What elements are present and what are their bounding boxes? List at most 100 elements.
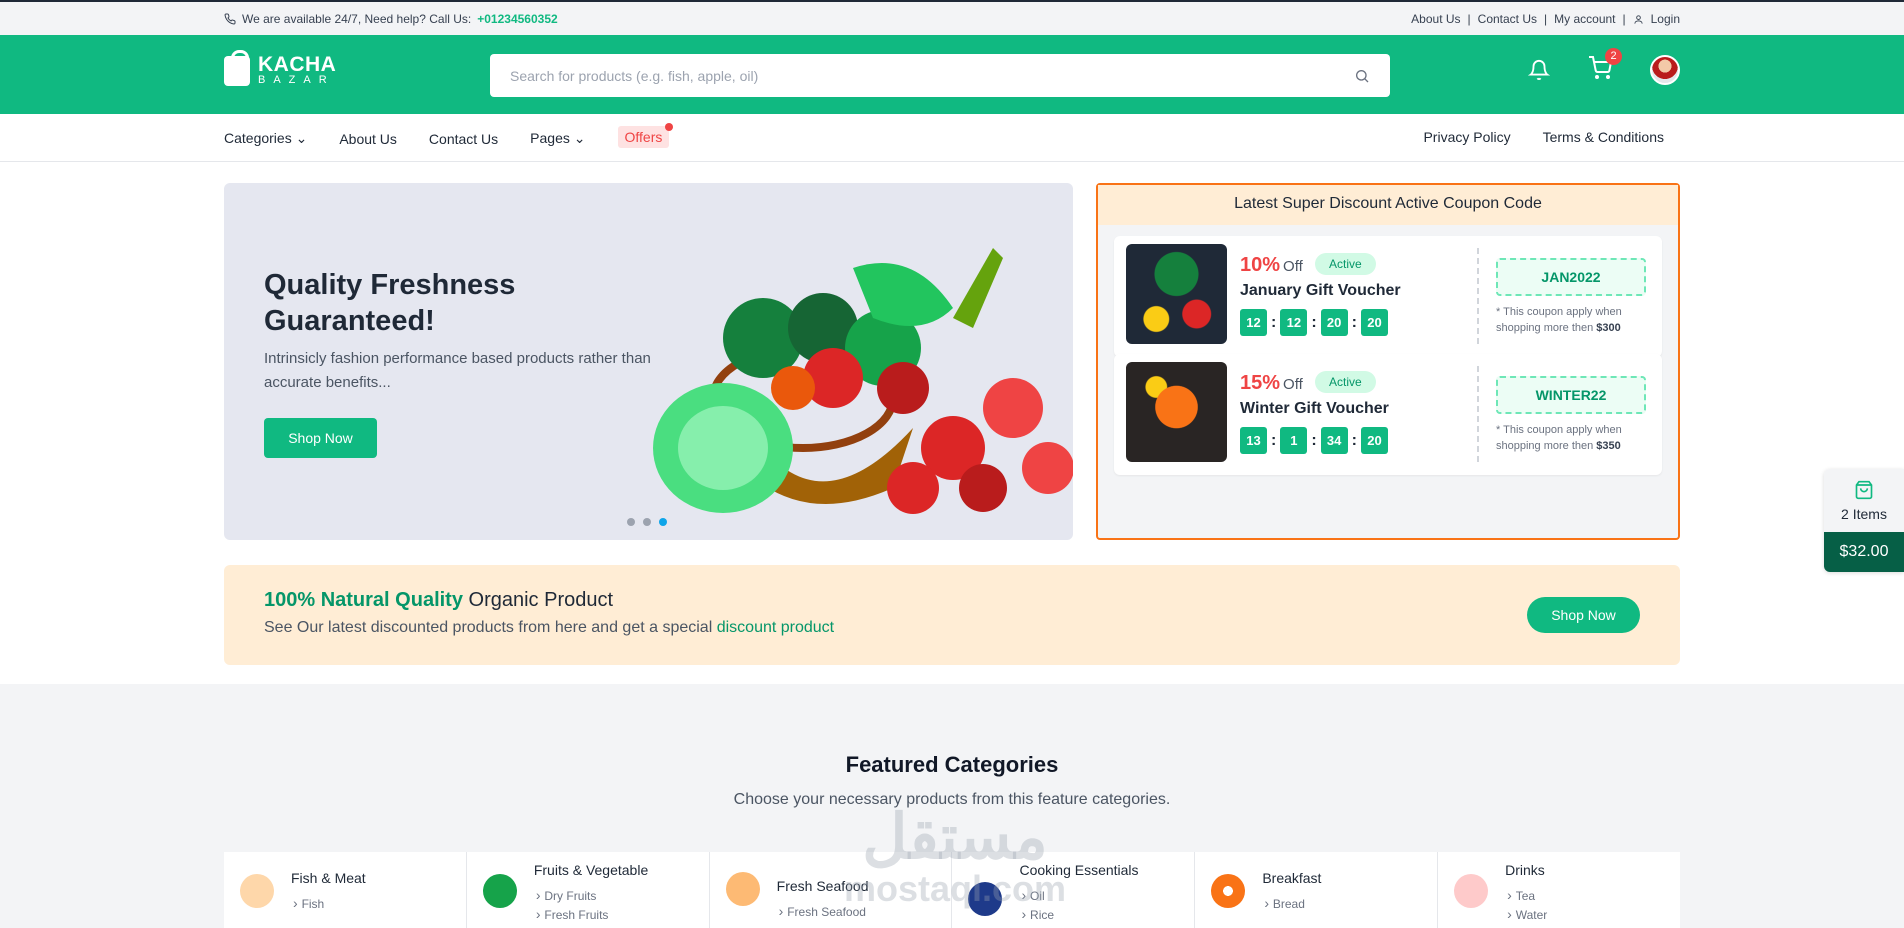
coupon-off-label: Off bbox=[1283, 376, 1303, 393]
nav-pages[interactable]: Pages ⌄ bbox=[530, 130, 585, 147]
countdown-seconds: 20 bbox=[1360, 309, 1388, 336]
promo-discount-link[interactable]: discount product bbox=[717, 619, 834, 636]
promo-text-body: See Our latest discounted products from … bbox=[264, 619, 713, 636]
category-name: Fresh Seafood bbox=[776, 878, 869, 894]
coupon-percent-value: 10% bbox=[1240, 254, 1281, 276]
featured-title: Featured Categories bbox=[845, 752, 1059, 777]
phone-icon bbox=[224, 13, 236, 25]
nav-about[interactable]: About Us bbox=[339, 131, 397, 147]
countdown-colon: : bbox=[1351, 431, 1357, 449]
main-content: Quality Freshness Guaranteed! Intrinsicl… bbox=[0, 162, 1904, 684]
coupon-code[interactable]: JAN2022 bbox=[1496, 258, 1646, 296]
countdown-colon: : bbox=[1311, 431, 1317, 449]
coupon-percent: 15% Off bbox=[1240, 372, 1303, 395]
floating-cart-widget[interactable]: 2 Items $32.00 bbox=[1824, 469, 1904, 572]
user-icon bbox=[1634, 14, 1643, 24]
category-sub-item[interactable]: Dry Fruits bbox=[536, 886, 609, 905]
category-list: Fish & Meat Fish Fruits & Vegetable Dry … bbox=[224, 852, 1680, 928]
countdown-hours: 1 bbox=[1280, 427, 1308, 454]
donut-icon bbox=[1211, 874, 1246, 908]
help-line: We are available 24/7, Need help? Call U… bbox=[224, 12, 558, 26]
cart-button[interactable]: 2 bbox=[1588, 47, 1622, 85]
avatar[interactable] bbox=[1650, 55, 1680, 85]
category-name: Breakfast bbox=[1262, 870, 1322, 886]
help-phone[interactable]: +01234560352 bbox=[477, 12, 557, 26]
main-header: KACHA BAZAR 2 bbox=[0, 35, 1904, 114]
countdown-colon: : bbox=[1271, 313, 1277, 331]
category-card-fruits-vegetable[interactable]: Fruits & Vegetable Dry FruitsFresh Fruit… bbox=[467, 852, 710, 928]
promo-title-rest: Organic Product bbox=[468, 589, 614, 611]
slider-dot-active[interactable] bbox=[659, 518, 667, 526]
category-subs: Dry FruitsFresh Fruits bbox=[536, 886, 609, 924]
shopping-bag-icon bbox=[1855, 480, 1873, 499]
status-badge: Active bbox=[1315, 253, 1376, 275]
nav-contact[interactable]: Contact Us bbox=[429, 131, 498, 147]
top-link-contact[interactable]: Contact Us bbox=[1478, 12, 1537, 26]
category-sub-item[interactable]: Water bbox=[1507, 905, 1548, 924]
juice-icon bbox=[1454, 874, 1489, 908]
category-subs: OilRice bbox=[1021, 886, 1054, 924]
search-icon[interactable] bbox=[1354, 68, 1370, 84]
countdown-days: 13 bbox=[1240, 427, 1267, 454]
category-sub-item[interactable]: Bread bbox=[1264, 894, 1305, 913]
category-card-fish-meat[interactable]: Fish & Meat Fish bbox=[224, 852, 467, 928]
floating-cart-total: $32.00 bbox=[1824, 532, 1904, 572]
top-link-account[interactable]: My account bbox=[1554, 12, 1615, 26]
countdown-minutes: 20 bbox=[1320, 309, 1348, 336]
category-subs: Bread bbox=[1264, 894, 1305, 913]
category-sub-item[interactable]: Oil bbox=[1021, 886, 1054, 905]
slider-dot[interactable] bbox=[627, 518, 635, 526]
promo-shop-now-button[interactable]: Shop Now bbox=[1527, 597, 1640, 633]
category-sub-item[interactable]: Rice bbox=[1021, 905, 1054, 924]
nav-terms[interactable]: Terms & Conditions bbox=[1543, 129, 1664, 145]
nav-categories-label: Categories bbox=[224, 130, 292, 146]
logo-subtext: BAZAR bbox=[258, 74, 335, 86]
category-name: Fish & Meat bbox=[291, 870, 366, 886]
search-input[interactable] bbox=[510, 67, 1354, 84]
category-card-cooking-essentials[interactable]: Cooking Essentials OilRice bbox=[952, 852, 1196, 928]
coupon-countdown: 12: 12: 20: 20 bbox=[1240, 309, 1388, 336]
logo[interactable]: KACHA BAZAR bbox=[224, 49, 336, 86]
separator: | bbox=[1544, 12, 1548, 26]
category-sub-item[interactable]: Tea bbox=[1507, 886, 1547, 905]
coupon-countdown: 13: 1: 34: 20 bbox=[1240, 427, 1388, 454]
coupon-percent-value: 15% bbox=[1240, 372, 1281, 394]
prawn-icon bbox=[725, 872, 760, 906]
slider-dot[interactable] bbox=[643, 518, 651, 526]
category-sub-item[interactable]: Fresh Fruits bbox=[536, 905, 608, 924]
category-name: Cooking Essentials bbox=[1019, 862, 1139, 878]
category-card-fresh-seafood[interactable]: Fresh Seafood Fresh Seafood bbox=[710, 852, 953, 928]
category-card-breakfast[interactable]: Breakfast Bread bbox=[1195, 852, 1439, 928]
pan-icon bbox=[968, 882, 1003, 916]
category-sub-item[interactable]: Fish bbox=[293, 894, 325, 913]
coupon-divider bbox=[1477, 248, 1479, 344]
nav-offers-label: Offers bbox=[624, 129, 663, 145]
help-text: We are available 24/7, Need help? Call U… bbox=[242, 12, 472, 26]
search-bar bbox=[490, 54, 1390, 97]
coupon-code[interactable]: WINTER22 bbox=[1496, 376, 1646, 414]
coupon-divider bbox=[1477, 366, 1479, 462]
countdown-days: 12 bbox=[1240, 309, 1267, 336]
status-badge: Active bbox=[1315, 371, 1376, 393]
top-link-about[interactable]: About Us bbox=[1411, 12, 1460, 26]
nav-privacy[interactable]: Privacy Policy bbox=[1423, 129, 1510, 145]
nav-offers[interactable]: Offers bbox=[617, 123, 674, 148]
vegetable-basket-image bbox=[653, 248, 1073, 514]
category-sub-item[interactable]: Fresh Seafood bbox=[779, 902, 866, 921]
coupon-panel: Latest Super Discount Active Coupon Code… bbox=[1096, 183, 1680, 540]
category-card-drinks[interactable]: Drinks TeaWater bbox=[1438, 852, 1680, 928]
separator: | bbox=[1622, 12, 1626, 26]
category-name: Fruits & Vegetable bbox=[533, 862, 649, 878]
promo-banner: 100% Natural Quality Organic Product See… bbox=[224, 565, 1680, 665]
category-subs: TeaWater bbox=[1507, 886, 1548, 924]
coupon-card: 15% Off Active Winter Gift Voucher 13: 1:… bbox=[1114, 354, 1662, 475]
hero-shop-now-button[interactable]: Shop Now bbox=[264, 418, 377, 458]
coupon-note: * This coupon apply when shopping more t… bbox=[1496, 422, 1646, 454]
coupon-card: 10% Off Active January Gift Voucher 12: 1… bbox=[1114, 236, 1662, 357]
bell-icon[interactable] bbox=[1528, 59, 1550, 81]
promo-highlight: 100% Natural Quality bbox=[264, 589, 463, 611]
coupon-name: Winter Gift Voucher bbox=[1240, 400, 1389, 417]
chevron-down-icon: ⌄ bbox=[295, 130, 308, 146]
top-link-login[interactable]: Login bbox=[1651, 12, 1680, 26]
nav-categories[interactable]: Categories ⌄ bbox=[224, 130, 307, 147]
